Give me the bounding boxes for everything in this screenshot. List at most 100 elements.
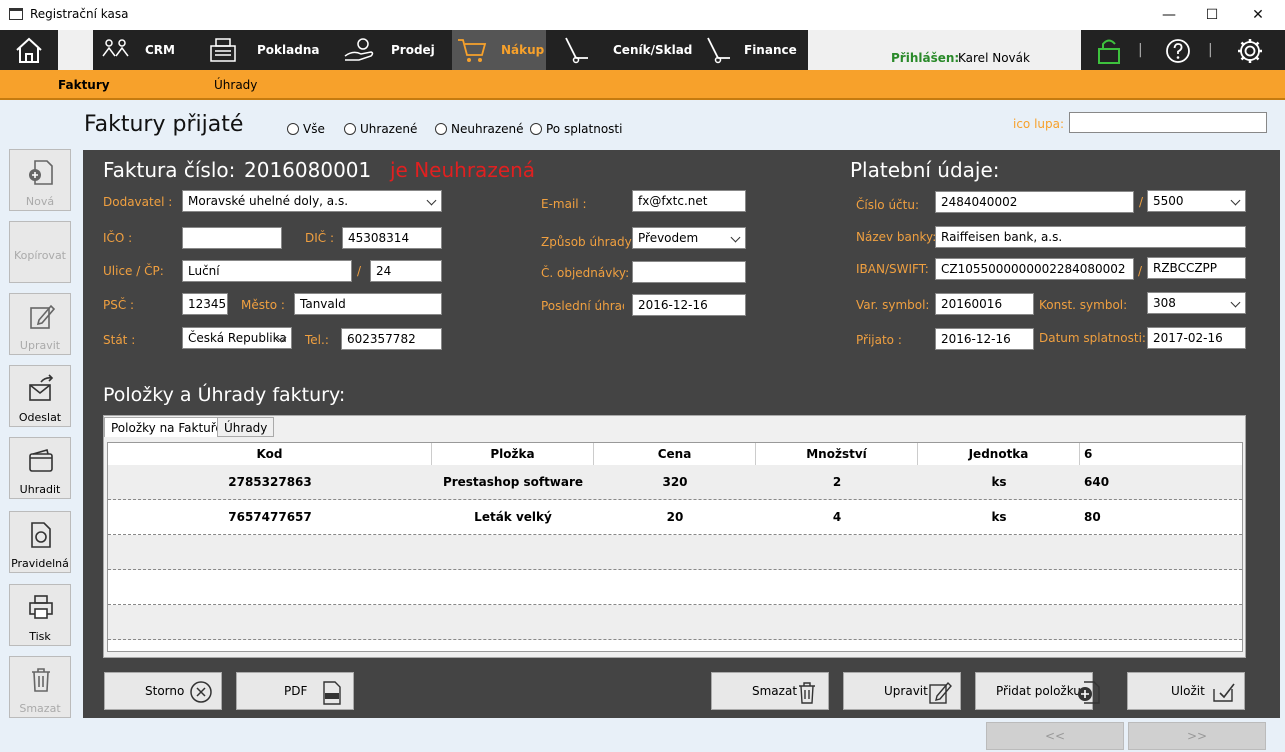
invoice-status: je Neuhrazená xyxy=(390,158,536,182)
home-icon xyxy=(16,37,42,63)
country-select[interactable]: Česká Republika xyxy=(182,327,292,349)
cart-icon xyxy=(458,39,487,62)
payment-method-select[interactable]: Převodem xyxy=(632,227,746,249)
table-row[interactable]: 7657477657 Leták velký 20 4 ks 80 xyxy=(108,500,1242,535)
iban-field[interactable]: CZ1055000000002284080002 xyxy=(935,258,1134,280)
print-button[interactable]: Tisk xyxy=(9,584,71,646)
account-field[interactable]: 2484040002 xyxy=(935,191,1134,213)
zip-field[interactable]: 123456 xyxy=(182,293,228,315)
close-button[interactable]: ✕ xyxy=(1235,2,1281,28)
nav-crm[interactable]: CRM xyxy=(100,30,190,70)
phone-label: Tel.: xyxy=(305,333,329,347)
window-title: Registrační kasa xyxy=(30,7,129,21)
iban-label: IBAN/SWIFT: xyxy=(856,262,929,276)
help-icon[interactable] xyxy=(1165,38,1191,64)
house-number-field[interactable]: 24 xyxy=(370,260,442,282)
edit-icon xyxy=(30,304,55,329)
const-symbol-select[interactable]: 308 xyxy=(1147,292,1246,314)
pdf-file-icon xyxy=(323,681,341,705)
table-cell: 80 xyxy=(1084,510,1101,524)
table-cell: Leták velký xyxy=(474,510,552,524)
trash-icon xyxy=(32,668,50,692)
due-date-field[interactable]: 2017-02-16 xyxy=(1147,327,1246,349)
minimize-button[interactable]: — xyxy=(1146,2,1192,28)
table-cell: 640 xyxy=(1084,475,1110,489)
recurring-button[interactable]: Pravidelná xyxy=(9,511,71,573)
bank-name-field[interactable]: Raiffeisen bank, a.s. xyxy=(935,226,1246,248)
bank-code-select[interactable]: 5500 xyxy=(1147,190,1246,212)
nav-finance[interactable]: Finance xyxy=(702,30,802,70)
dic-field[interactable]: 45308314 xyxy=(342,227,442,249)
filter-radio-uhrazene[interactable]: Uhrazené xyxy=(344,122,417,136)
save-button[interactable]: Uložit xyxy=(1127,672,1245,710)
new-document-icon xyxy=(29,160,53,185)
filter-radio-vse[interactable]: Vše xyxy=(287,122,325,136)
home-button[interactable] xyxy=(0,30,58,70)
tab-items[interactable]: Položky na Faktuře xyxy=(104,417,230,437)
table-row[interactable] xyxy=(108,570,1242,605)
maximize-button[interactable]: ☐ xyxy=(1189,2,1235,28)
cancel-button[interactable]: Storno xyxy=(104,672,222,710)
lock-icon[interactable] xyxy=(1096,37,1122,65)
ico-field[interactable] xyxy=(182,227,282,249)
ico-search-input[interactable] xyxy=(1069,112,1267,133)
nav-pokladna[interactable]: Pokladna xyxy=(205,30,319,70)
title-bar: Registrační kasa — ☐ ✕ xyxy=(0,0,1285,30)
next-page-button[interactable]: >> xyxy=(1128,722,1266,750)
invoice-number-label: Faktura číslo: xyxy=(103,158,236,182)
column-header[interactable]: Pložka xyxy=(432,443,594,465)
add-document-icon xyxy=(1078,681,1100,704)
table-row[interactable] xyxy=(108,535,1242,570)
column-header[interactable]: Množství xyxy=(756,443,918,465)
copy-button[interactable]: Kopírovat xyxy=(9,221,71,283)
tab-uhrady[interactable]: Úhrady xyxy=(214,78,257,92)
table-cell: ks xyxy=(991,475,1007,489)
nav-nakup[interactable]: Nákup xyxy=(452,30,546,70)
delete-item-button[interactable]: Smazat xyxy=(711,672,829,710)
gear-icon[interactable] xyxy=(1236,37,1264,65)
order-number-label: Č. objednávky: xyxy=(541,266,630,280)
edit-item-button[interactable]: Upravit xyxy=(843,672,961,710)
nav-cenik-sklad[interactable]: Ceník/Sklad xyxy=(560,30,692,70)
city-field[interactable]: Tanvald xyxy=(294,293,442,315)
street-field[interactable]: Luční xyxy=(182,260,352,282)
edit-button[interactable]: Upravit xyxy=(9,293,71,355)
table-row[interactable] xyxy=(108,605,1242,640)
filter-radio-neuhrazene[interactable]: Neuhrazené xyxy=(435,122,524,136)
tab-faktury[interactable]: Faktury xyxy=(58,78,110,92)
last-payment-field[interactable]: 2016-12-16 xyxy=(632,294,746,316)
received-field[interactable]: 2016-12-16 xyxy=(935,328,1034,350)
prev-page-button[interactable]: << xyxy=(986,722,1124,750)
table-cell: 4 xyxy=(832,510,842,524)
order-number-field[interactable] xyxy=(632,261,746,283)
phone-field[interactable]: 602357782 xyxy=(341,328,442,350)
supplier-select[interactable]: Moravské uhelné doly, a.s. xyxy=(182,190,442,212)
column-header[interactable]: Cena xyxy=(594,443,756,465)
supplier-label: Dodavatel : xyxy=(103,195,173,209)
ico-search-label: ico lupa: xyxy=(1013,117,1065,131)
pdf-button[interactable]: PDF xyxy=(236,672,354,710)
var-symbol-label: Var. symbol: xyxy=(856,298,930,312)
filter-radio-po-splatnosti[interactable]: Po splatnosti xyxy=(530,122,622,136)
street-label: Ulice / ČP: xyxy=(103,264,164,278)
table-row[interactable]: 2785327863 Prestashop software 320 2 ks … xyxy=(108,465,1242,500)
var-symbol-field[interactable]: 20160016 xyxy=(935,293,1034,315)
delete-button[interactable]: Smazat xyxy=(9,656,71,718)
add-item-button[interactable]: Přidat položku xyxy=(975,672,1100,710)
send-button[interactable]: Odeslat xyxy=(9,365,71,427)
account-label: Číslo účtu: xyxy=(856,198,920,212)
swift-field[interactable]: RZBCCZPP xyxy=(1147,257,1246,279)
column-header[interactable]: Jednotka xyxy=(918,443,1080,465)
email-field[interactable]: fx@fxtc.net xyxy=(632,190,746,212)
tab-payments[interactable]: Úhrady xyxy=(217,417,275,437)
city-label: Město : xyxy=(241,298,285,312)
nav-prodej[interactable]: Prodej xyxy=(343,30,443,70)
radio-circle xyxy=(344,123,356,135)
table-cell: ks xyxy=(991,510,1007,524)
module-nav xyxy=(93,30,808,70)
column-header[interactable]: Kod xyxy=(108,443,432,465)
payment-title: Platební údaje: xyxy=(850,158,1000,182)
new-button[interactable]: Nová xyxy=(9,149,71,211)
column-header[interactable]: 6 xyxy=(1080,443,1242,465)
pay-button[interactable]: Uhradit xyxy=(9,437,71,499)
